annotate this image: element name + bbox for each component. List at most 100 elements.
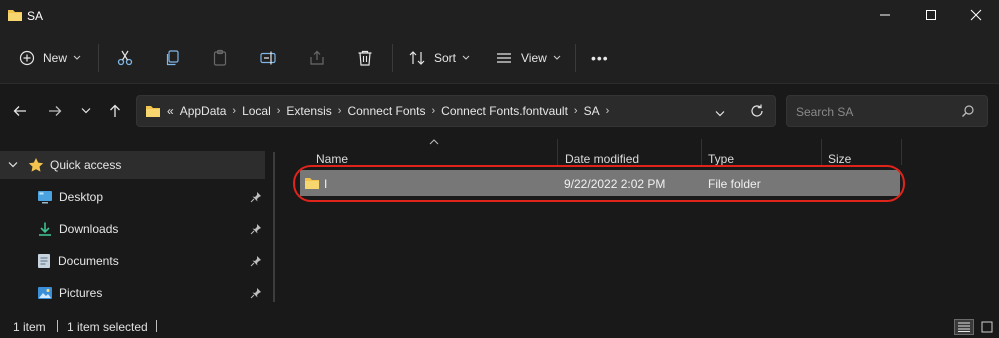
chevron-right-icon: › <box>605 105 610 117</box>
breadcrumb-extensis[interactable]: Extensis <box>286 104 331 118</box>
up-button[interactable] <box>103 99 127 123</box>
address-bar[interactable]: « AppData › Local › Extensis › Connect F… <box>136 95 776 127</box>
navigation-pane: Quick access Desktop Downloads Documents… <box>0 137 277 313</box>
desktop-icon <box>38 191 52 204</box>
trash-icon <box>358 50 372 66</box>
clipboard-icon <box>213 49 227 66</box>
search-input[interactable]: Search SA <box>796 105 853 119</box>
address-dropdown-button[interactable] <box>715 107 725 121</box>
forward-button[interactable] <box>43 99 67 123</box>
download-icon <box>39 222 51 236</box>
cut-button[interactable] <box>116 42 134 74</box>
breadcrumb-overflow[interactable]: « <box>167 104 174 118</box>
sidebar-item-label: Documents <box>58 254 119 268</box>
pane-scrollbar[interactable] <box>273 152 275 302</box>
maximize-button[interactable] <box>908 0 954 30</box>
sort-button[interactable]: Sort <box>408 42 470 74</box>
status-bar: 1 item 1 item selected <box>0 313 999 338</box>
pin-icon <box>250 288 261 299</box>
chevron-right-icon: › <box>573 105 578 117</box>
sidebar-item-desktop[interactable]: Desktop <box>0 183 265 211</box>
sort-icon <box>409 51 425 65</box>
scissors-icon <box>117 50 133 66</box>
sort-ascending-icon <box>429 139 439 145</box>
minimize-button[interactable] <box>862 0 908 30</box>
chevron-right-icon: › <box>232 105 237 117</box>
rename-icon <box>260 51 276 65</box>
share-icon <box>310 50 324 65</box>
tiles-view-button[interactable] <box>978 319 996 335</box>
title-bar: SA <box>0 0 999 32</box>
paste-button[interactable] <box>211 42 229 74</box>
sidebar-item-pictures[interactable]: Pictures <box>0 279 265 307</box>
highlight-annotation <box>293 165 905 202</box>
pin-icon <box>250 192 261 203</box>
delete-button[interactable] <box>356 42 374 74</box>
sidebar-item-documents[interactable]: Documents <box>0 247 265 275</box>
sidebar-item-quick-access[interactable]: Quick access <box>0 151 265 179</box>
column-divider[interactable] <box>701 139 702 165</box>
breadcrumb-fontvault[interactable]: Connect Fonts.fontvault <box>441 104 568 118</box>
sidebar-item-label: Downloads <box>59 222 119 236</box>
copy-button[interactable] <box>164 42 182 74</box>
column-header-date-modified[interactable]: Date modified <box>565 152 639 166</box>
view-icon <box>497 53 511 63</box>
documents-icon <box>38 254 50 268</box>
toolbar-divider <box>575 44 576 72</box>
more-options-button[interactable]: ••• <box>591 42 609 74</box>
new-label: New <box>43 51 68 65</box>
sidebar-item-label: Desktop <box>59 190 104 204</box>
rename-button[interactable] <box>259 42 277 74</box>
command-bar: New Sort View ••• <box>0 32 999 84</box>
column-divider[interactable] <box>901 139 902 165</box>
plus-circle-icon <box>19 50 35 66</box>
search-box[interactable]: Search SA <box>786 95 988 127</box>
breadcrumb: « AppData › Local › Extensis › Connect F… <box>167 104 615 118</box>
chevron-down-icon <box>8 162 18 168</box>
column-divider[interactable] <box>557 139 558 165</box>
chevron-down-icon <box>553 55 561 60</box>
pin-icon <box>250 224 261 235</box>
more-icon: ••• <box>591 50 609 66</box>
back-button[interactable] <box>8 99 32 123</box>
column-header-type[interactable]: Type <box>708 152 734 166</box>
search-icon <box>961 104 975 121</box>
breadcrumb-appdata[interactable]: AppData <box>180 104 227 118</box>
pin-icon <box>250 256 261 267</box>
breadcrumb-connect-fonts[interactable]: Connect Fonts <box>347 104 425 118</box>
selection-count: 1 item selected <box>67 320 148 334</box>
breadcrumb-sa[interactable]: SA <box>584 104 600 118</box>
sidebar-item-downloads[interactable]: Downloads <box>0 215 265 243</box>
share-button[interactable] <box>308 42 326 74</box>
column-divider[interactable] <box>821 139 822 165</box>
view-label: View <box>521 51 547 65</box>
pictures-icon <box>38 287 52 299</box>
arrow-left-icon <box>13 106 26 116</box>
navigation-bar: « AppData › Local › Extensis › Connect F… <box>0 85 999 137</box>
sort-label: Sort <box>434 51 457 65</box>
item-count: 1 item <box>13 320 46 334</box>
tiles-view-icon <box>981 321 993 333</box>
breadcrumb-local[interactable]: Local <box>242 104 271 118</box>
chevron-down-icon <box>715 111 725 117</box>
chevron-right-icon: › <box>337 105 342 117</box>
details-view-button[interactable] <box>954 319 974 335</box>
new-button[interactable]: New <box>19 42 81 74</box>
status-divider <box>57 320 58 332</box>
status-divider <box>156 320 157 332</box>
column-header-name[interactable]: Name <box>316 152 348 166</box>
chevron-right-icon: › <box>276 105 281 117</box>
chevron-right-icon: › <box>431 105 436 117</box>
folder-icon <box>7 8 23 25</box>
recent-locations-button[interactable] <box>74 99 98 123</box>
folder-icon <box>145 104 161 121</box>
column-header-size[interactable]: Size <box>828 152 851 166</box>
close-button[interactable] <box>953 0 999 30</box>
copy-icon <box>166 50 179 66</box>
sidebar-item-label: Pictures <box>59 286 103 300</box>
arrow-right-icon <box>49 106 62 116</box>
refresh-button[interactable] <box>749 103 765 122</box>
window-title: SA <box>27 9 44 23</box>
chevron-down-icon <box>73 55 81 60</box>
view-button[interactable]: View <box>495 42 561 74</box>
